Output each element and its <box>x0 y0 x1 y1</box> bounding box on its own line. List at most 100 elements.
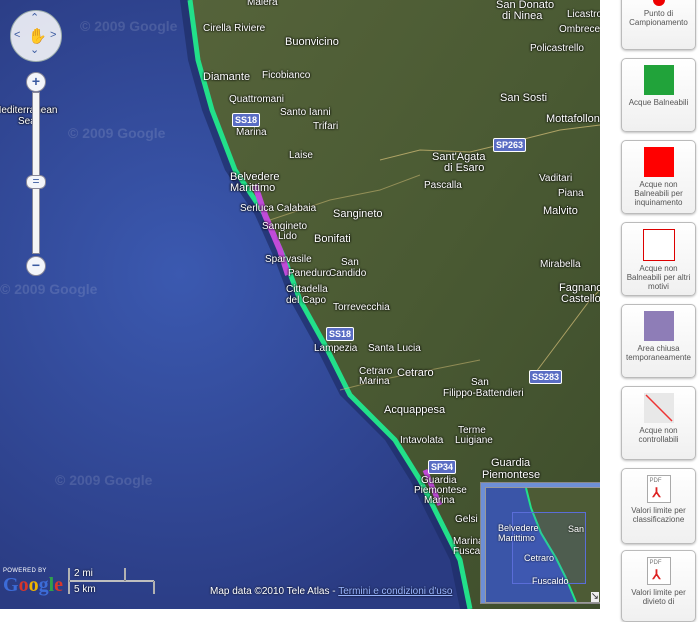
place-label: Piana <box>558 188 584 199</box>
place-label: San Donato <box>496 0 555 11</box>
place-label: Buonvicino <box>285 36 339 48</box>
zoom-control[interactable]: + = − <box>26 72 46 277</box>
zoom-slider-thumb[interactable]: = <box>26 175 46 189</box>
purple-swatch-icon <box>643 311 674 341</box>
place-label: Cittadella <box>286 284 328 295</box>
place-label: Vaditari <box>539 173 573 184</box>
legend-item-not-controllable[interactable]: Acque non controllabili <box>621 386 696 460</box>
pan-control[interactable]: ⌃ < > ⌄ ✋ <box>10 10 62 62</box>
map-watermark: © 2009 Google <box>80 18 178 34</box>
place-label: Sangineto <box>333 208 383 220</box>
overview-label: Fuscaldo <box>532 576 569 586</box>
road-shield: SP34 <box>428 460 457 474</box>
green-swatch-icon <box>643 65 674 95</box>
place-label: Mirabella <box>540 259 581 270</box>
place-label: Ficobianco <box>262 70 311 81</box>
overview-label: Marittimo <box>498 533 536 543</box>
overview-label: Belvedere <box>498 523 539 533</box>
place-label: Paneduro <box>288 268 332 279</box>
place-label: Belvedere <box>230 171 280 183</box>
legend-item-polluted-water[interactable]: Acque non Balneabili per inquinamento <box>621 140 696 214</box>
pan-right-icon[interactable]: > <box>50 30 56 41</box>
scale-bar: 2 mi 5 km <box>68 566 158 596</box>
pan-left-icon[interactable]: < <box>14 30 20 41</box>
place-label: Lido <box>278 231 297 242</box>
place-label: Maiera <box>247 0 278 8</box>
place-label: Pascalla <box>424 180 462 191</box>
place-label: Castello <box>561 293 600 305</box>
zoom-in-button[interactable]: + <box>26 72 46 92</box>
scale-miles: 2 mi <box>74 568 93 579</box>
place-label: Marittimo <box>230 182 276 194</box>
place-label: Filippo-Battendieri <box>443 388 524 399</box>
place-label: San <box>471 377 489 388</box>
hand-icon[interactable]: ✋ <box>28 27 47 45</box>
map-watermark: © 2009 Google <box>55 472 153 488</box>
legend-item-temporarily-closed[interactable]: Area chiusa temporaneamente <box>621 304 696 378</box>
legend-item-ban-limits[interactable]: PDF ⅄ Valori limite per divieto di <box>621 550 696 622</box>
overview-map[interactable]: Belvedere Marittimo San Cetraro Fuscaldo… <box>480 482 600 604</box>
place-label: Marina <box>236 127 267 138</box>
overview-toggle-icon[interactable]: ↘ <box>590 592 599 602</box>
map-view[interactable]: © 2009 Google © 2009 Google © 2009 Googl… <box>0 0 600 609</box>
zoom-slider-track[interactable]: = <box>26 92 46 254</box>
pdf-icon: PDF ⅄ <box>646 557 671 585</box>
road-shield: SS283 <box>529 370 563 384</box>
place-label: Trifari <box>313 121 339 132</box>
legend-label: Valori limite per classificazione <box>631 506 686 524</box>
legend-label: Valori limite per divieto di <box>631 588 686 606</box>
place-label: Santo Ianni <box>280 107 331 118</box>
map-watermark: © 2009 Google <box>68 125 166 141</box>
place-label: San Sosti <box>500 92 548 104</box>
copyright-notice: Map data ©2010 Tele Atlas - Termini e co… <box>210 586 452 597</box>
pan-down-icon[interactable]: ⌄ <box>30 45 39 56</box>
pan-up-icon[interactable]: ⌃ <box>30 13 39 24</box>
google-logo[interactable]: POWERED BY Google <box>3 568 63 597</box>
road-shield: SS18 <box>232 113 261 127</box>
overview-label: San <box>568 524 585 534</box>
legend-item-other-reasons[interactable]: Acque non Balneabili per altri motivi <box>621 222 696 296</box>
place-label: Mottafollone <box>546 113 600 125</box>
crossed-swatch-icon <box>643 393 674 423</box>
place-label: Cirella Riviere <box>203 23 266 34</box>
legend-item-sampling-point[interactable]: Punto di Campionamento <box>621 0 696 50</box>
map-watermark: © 2009 Google <box>0 281 98 297</box>
place-label: Malvito <box>543 205 578 217</box>
legend-label: Acque Balneabili <box>628 98 689 107</box>
place-label: Cetraro <box>397 367 434 379</box>
legend-label: Acque non controllabili <box>638 426 679 444</box>
place-label: Luigiane <box>455 435 493 446</box>
place-label: Bonifati <box>314 233 351 245</box>
place-label: Quattromani <box>229 94 285 105</box>
place-label: Sant'Agata <box>432 151 486 163</box>
overview-label: Cetraro <box>524 553 555 563</box>
legend-label: Acque non Balneabili per inquinamento <box>634 180 683 207</box>
place-label: Intavolata <box>400 435 444 446</box>
place-label: Fusca <box>453 546 481 557</box>
place-label: di Esaro <box>444 162 485 174</box>
legend-item-bathing-water[interactable]: Acque Balneabili <box>621 58 696 132</box>
sampling-point-icon <box>652 0 665 6</box>
legend-label: Acque non Balneabili per altri motivi <box>626 264 691 291</box>
place-label: Santa Lucia <box>368 343 421 354</box>
legend-panel: Punto di Campionamento Acque Balneabili … <box>600 0 699 622</box>
place-label: Guardia <box>491 457 531 469</box>
place-label: Laise <box>289 150 313 161</box>
road-shield: SS18 <box>326 327 355 341</box>
terms-link[interactable]: Termini e condizioni d'uso <box>338 586 452 597</box>
place-label: Torrevecchia <box>333 302 390 313</box>
place-label: Acquappesa <box>384 404 446 416</box>
zoom-out-button[interactable]: − <box>26 256 46 276</box>
place-label: Piemontese <box>482 469 541 481</box>
red-swatch-icon <box>643 147 674 177</box>
pdf-icon: PDF ⅄ <box>646 475 671 503</box>
place-label: San <box>341 257 359 268</box>
place-label: del Capo <box>286 295 327 306</box>
legend-item-classification-limits[interactable]: PDF ⅄ Valori limite per classificazione <box>621 468 696 544</box>
legend-label: Punto di Campionamento <box>629 9 688 27</box>
place-label: Ombrece <box>559 24 600 35</box>
google-wordmark: Google <box>3 574 64 596</box>
place-label: Fagnano <box>559 282 600 294</box>
place-label: Marina <box>424 495 455 506</box>
place-label: di Ninea <box>502 10 543 22</box>
